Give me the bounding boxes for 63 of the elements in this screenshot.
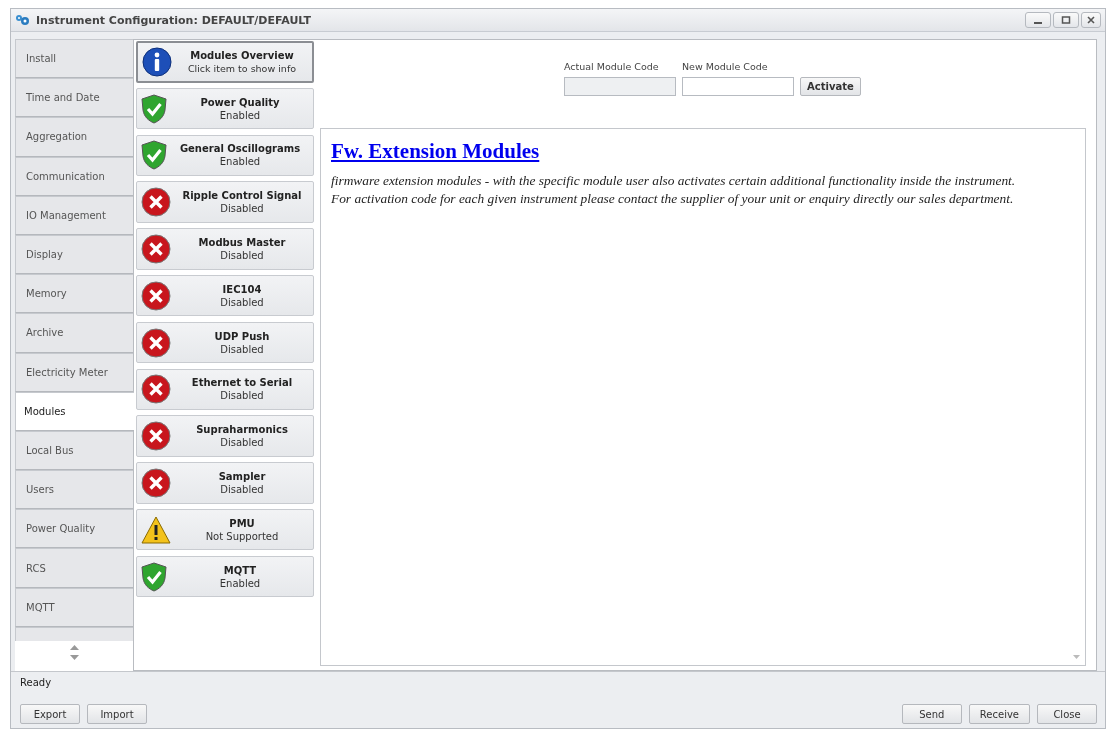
shield-check-icon — [141, 140, 167, 171]
scroll-up-icon[interactable] — [69, 644, 79, 650]
status-text: Ready — [20, 677, 53, 688]
footer-button[interactable]: Export — [20, 704, 80, 724]
sidebar-tab[interactable]: Time and Date — [15, 78, 133, 118]
sidebar-tab[interactable]: Display — [15, 234, 133, 275]
module-item[interactable]: IEC104 Disabled — [136, 275, 314, 317]
scroll-down-icon[interactable] — [1073, 655, 1080, 659]
footer-button[interactable]: Send — [901, 704, 962, 724]
sidebar-tab[interactable]: RCS — [15, 548, 133, 588]
sidebar-tab[interactable]: Electricity Meter — [15, 352, 133, 392]
footer-button[interactable]: Import — [87, 704, 147, 724]
activate-button[interactable]: Activate — [800, 77, 861, 96]
module-item[interactable]: MQTT Enabled — [136, 555, 314, 598]
footer-button[interactable]: Close — [1037, 704, 1097, 724]
shield-check-icon — [141, 561, 167, 592]
warning-icon — [141, 515, 171, 544]
module-item[interactable]: General Oscillograms Enabled — [136, 134, 314, 177]
description-text: firmware extension modules - with the specific module user also activates certain additional functionality inside the instrument. — [331, 172, 1017, 190]
sidebar-tab[interactable]: Communication — [15, 156, 133, 196]
info-icon — [142, 46, 172, 77]
minimize-button[interactable] — [1025, 12, 1051, 28]
module-item[interactable]: Ethernet to Serial Disabled — [136, 368, 314, 411]
error-icon — [141, 327, 171, 358]
module-item[interactable]: Sampler Disabled — [136, 462, 314, 504]
sidebar-tab[interactable]: Install — [15, 39, 133, 79]
close-icon — [1086, 16, 1096, 24]
error-icon — [141, 374, 171, 405]
sidebar-tab[interactable]: Users — [15, 470, 133, 510]
error-icon — [141, 233, 171, 264]
footer-button[interactable]: Receive — [968, 704, 1030, 724]
shield-check-icon — [141, 93, 167, 124]
sidebar-tab[interactable]: Modules — [15, 391, 134, 431]
sidebar-tab[interactable]: Memory — [15, 274, 133, 314]
sidebar-tab[interactable]: MQTT — [15, 587, 133, 627]
module-item[interactable]: Modbus Master Disabled — [136, 228, 314, 270]
sidebar-tab[interactable]: Aggregation — [15, 117, 133, 157]
field-label: New Module Code — [682, 61, 769, 72]
sidebar-tab[interactable]: IO Management — [15, 195, 133, 235]
description-text: For activation code for each given instrument please contact the supplier of your unit or enquiry directly our sales department. — [331, 190, 1015, 208]
maximize-icon — [1061, 16, 1071, 24]
maximize-button[interactable] — [1053, 12, 1079, 28]
heading-link[interactable]: Fw. Extension Modules — [331, 139, 540, 164]
gear-icon — [15, 14, 31, 26]
scroll-down-icon[interactable] — [69, 654, 79, 660]
module-item[interactable]: Modules Overview Click item to show info — [136, 41, 314, 83]
window-title: Instrument Configuration: DEFAULT/DEFAULT — [36, 13, 312, 27]
error-icon — [141, 187, 171, 218]
module-item[interactable]: PMU Not Supported — [136, 508, 314, 551]
error-icon — [141, 421, 171, 452]
module-item[interactable]: Power Quality Enabled — [136, 87, 314, 130]
field-label: Actual Module Code — [564, 61, 660, 72]
new-code-field[interactable] — [682, 77, 794, 96]
error-icon — [141, 280, 171, 311]
actual-code-field[interactable] — [564, 77, 676, 96]
close-button[interactable] — [1081, 12, 1101, 28]
module-item[interactable]: UDP Push Disabled — [136, 321, 314, 364]
sidebar-tab[interactable]: Power Quality — [15, 509, 133, 549]
error-icon — [141, 467, 171, 498]
sidebar-tab[interactable]: Archive — [15, 313, 133, 353]
module-item[interactable]: Ripple Control Signal Disabled — [136, 181, 314, 223]
sidebar-tab[interactable]: Local Bus — [15, 430, 133, 471]
module-item[interactable]: Supraharmonics Disabled — [136, 415, 314, 457]
